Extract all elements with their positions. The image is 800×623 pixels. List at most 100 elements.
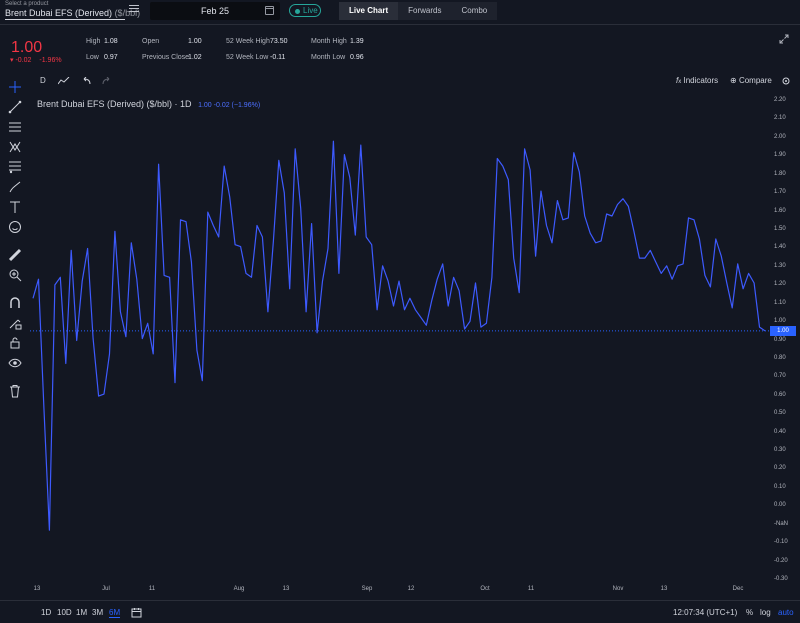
magnet-icon[interactable] xyxy=(8,296,22,310)
live-badge[interactable]: Live xyxy=(289,4,321,17)
y-tick-label: 1.50 xyxy=(774,225,786,232)
y-tick-label: 2.00 xyxy=(774,133,786,140)
x-tick-label: Aug xyxy=(233,586,245,592)
y-tick-label: 0.60 xyxy=(774,391,786,398)
ruler-icon[interactable] xyxy=(8,248,22,262)
y-tick-label: 0.00 xyxy=(774,502,786,509)
brush-icon[interactable] xyxy=(8,180,22,194)
date-value: Feb 25 xyxy=(200,6,230,16)
mode-tabs: Live Chart Forwards Combo xyxy=(339,2,498,20)
x-tick-label: Oct xyxy=(480,586,490,592)
last-price: 1.00 xyxy=(11,39,43,56)
indicators-button[interactable]: fx Indicators xyxy=(676,76,718,85)
stat-low: Low 0.97 xyxy=(86,54,118,61)
y-tick-label: 0.90 xyxy=(774,336,786,343)
text-tool-icon[interactable] xyxy=(8,200,22,214)
y-tick-label: 1.80 xyxy=(774,170,786,177)
lock-drawings-icon[interactable] xyxy=(8,316,22,330)
x-tick-label: Sep xyxy=(361,586,373,592)
y-tick-label: 0.10 xyxy=(774,483,786,490)
range-1m[interactable]: 1M xyxy=(76,608,87,617)
eye-icon[interactable] xyxy=(8,356,22,370)
log-toggle[interactable]: log xyxy=(760,608,771,617)
percent-toggle[interactable]: % xyxy=(746,608,753,617)
range-6m[interactable]: 6M xyxy=(109,608,121,618)
trendline-icon[interactable] xyxy=(8,100,22,114)
tab-forwards[interactable]: Forwards xyxy=(398,2,451,20)
calendar-icon[interactable] xyxy=(265,6,274,15)
x-tick-label: 11 xyxy=(148,586,156,592)
chart-toolbar: D fx Indicators ⊕ Compare xyxy=(30,76,800,90)
y-tick-label: -0.30 xyxy=(774,576,788,582)
y-tick-label: -0.10 xyxy=(774,539,788,546)
y-tick-label: 1.60 xyxy=(774,207,786,214)
compare-icon: ⊕ xyxy=(730,76,737,85)
redo-icon[interactable] xyxy=(102,77,111,85)
tab-live-chart[interactable]: Live Chart xyxy=(339,2,399,20)
x-tick-label: 11 xyxy=(527,586,535,592)
interval-button[interactable]: D xyxy=(40,76,46,85)
product-name: Brent Dubai EFS (Derived) ($/bbl) xyxy=(5,8,141,18)
settings-gear-icon[interactable] xyxy=(781,76,791,86)
x-tick-label: 13 xyxy=(660,586,668,592)
live-dot-icon xyxy=(295,8,300,14)
down-arrow-icon: ▾ xyxy=(10,57,14,64)
x-tick-label: Jul xyxy=(102,586,110,592)
lock-icon[interactable] xyxy=(8,336,22,350)
last-price-tag: 1.00 xyxy=(770,325,796,336)
drawing-toolbar xyxy=(0,76,30,406)
fib-icon[interactable] xyxy=(8,160,22,174)
x-tick-label: 12 xyxy=(407,586,415,592)
product-underline xyxy=(5,19,125,20)
zoom-in-icon[interactable] xyxy=(8,268,22,282)
range-10d[interactable]: 10D xyxy=(57,608,72,617)
range-1d[interactable]: 1D xyxy=(41,608,51,617)
stat-prev-close: Previous Close 1.02 xyxy=(142,54,202,61)
top-bar: Select a product Brent Dubai EFS (Derive… xyxy=(0,0,800,25)
pattern-icon[interactable] xyxy=(8,140,22,154)
emoji-icon[interactable] xyxy=(8,220,22,234)
product-caption: Select a product xyxy=(5,1,49,7)
x-tick-label: 13 xyxy=(282,586,290,592)
y-tick-label: 2.10 xyxy=(774,115,786,122)
x-tick-label: 13 xyxy=(33,586,41,592)
y-tick-label: 1.90 xyxy=(774,152,786,159)
stat-open: Open 1.00 xyxy=(142,38,202,45)
y-tick-label: 0.40 xyxy=(774,428,786,435)
stat-month-low: Month Low 0.96 xyxy=(311,54,364,61)
y-tick-label: 1.70 xyxy=(774,189,786,196)
compare-button[interactable]: ⊕ Compare xyxy=(730,76,772,85)
y-tick-label: 1.00 xyxy=(774,318,786,325)
bottom-bar: 1D 10D 1M 3M 6M 12:07:34 (UTC+1) % log a… xyxy=(0,600,800,623)
expand-icon[interactable] xyxy=(779,34,789,44)
auto-toggle[interactable]: auto xyxy=(778,608,794,617)
date-picker[interactable]: Feb 25 xyxy=(150,2,280,20)
stat-52wk-high: 52 Week High 73.50 xyxy=(226,38,288,45)
undo-icon[interactable] xyxy=(82,77,91,85)
tab-combo[interactable]: Combo xyxy=(451,2,497,20)
y-tick-label: -0.20 xyxy=(774,557,788,564)
time-axis[interactable]: 13 Jul 11 Aug 13 Sep 12 Oct 11 Nov 13 Dec xyxy=(30,582,770,596)
y-tick-label: -NaN xyxy=(774,520,789,527)
trash-icon[interactable] xyxy=(8,384,22,398)
menu-icon[interactable] xyxy=(129,5,139,15)
date-range-icon[interactable] xyxy=(131,607,142,618)
stat-high: High 1.08 xyxy=(86,38,118,45)
price-axis[interactable]: 2.20 2.10 2.00 1.90 1.80 1.70 1.60 1.50 1.40 1.30… xyxy=(770,94,800,582)
y-tick-label: 0.20 xyxy=(774,465,786,472)
x-tick-label: Dec xyxy=(732,586,744,592)
price-change: ▾ -0.02 -1.96% xyxy=(10,57,62,64)
y-tick-label: 1.40 xyxy=(774,244,786,251)
horizontal-lines-icon[interactable] xyxy=(8,120,22,134)
y-tick-label: 0.30 xyxy=(774,447,786,454)
live-label: Live xyxy=(303,6,318,15)
y-tick-label: 0.80 xyxy=(774,354,786,361)
price-chart[interactable] xyxy=(30,94,770,582)
y-tick-label: 1.10 xyxy=(774,299,786,306)
product-selector[interactable]: Select a product Brent Dubai EFS (Derive… xyxy=(3,0,141,22)
chart-type-icon[interactable] xyxy=(58,77,70,85)
quote-panel: 1.00 ▾ -0.02 -1.96% High 1.08 Low 0.97 Ope… xyxy=(0,28,800,74)
range-3m[interactable]: 3M xyxy=(92,608,103,617)
stat-52wk-low: 52 Week Low -0.11 xyxy=(226,54,286,61)
crosshair-icon[interactable] xyxy=(8,80,22,94)
